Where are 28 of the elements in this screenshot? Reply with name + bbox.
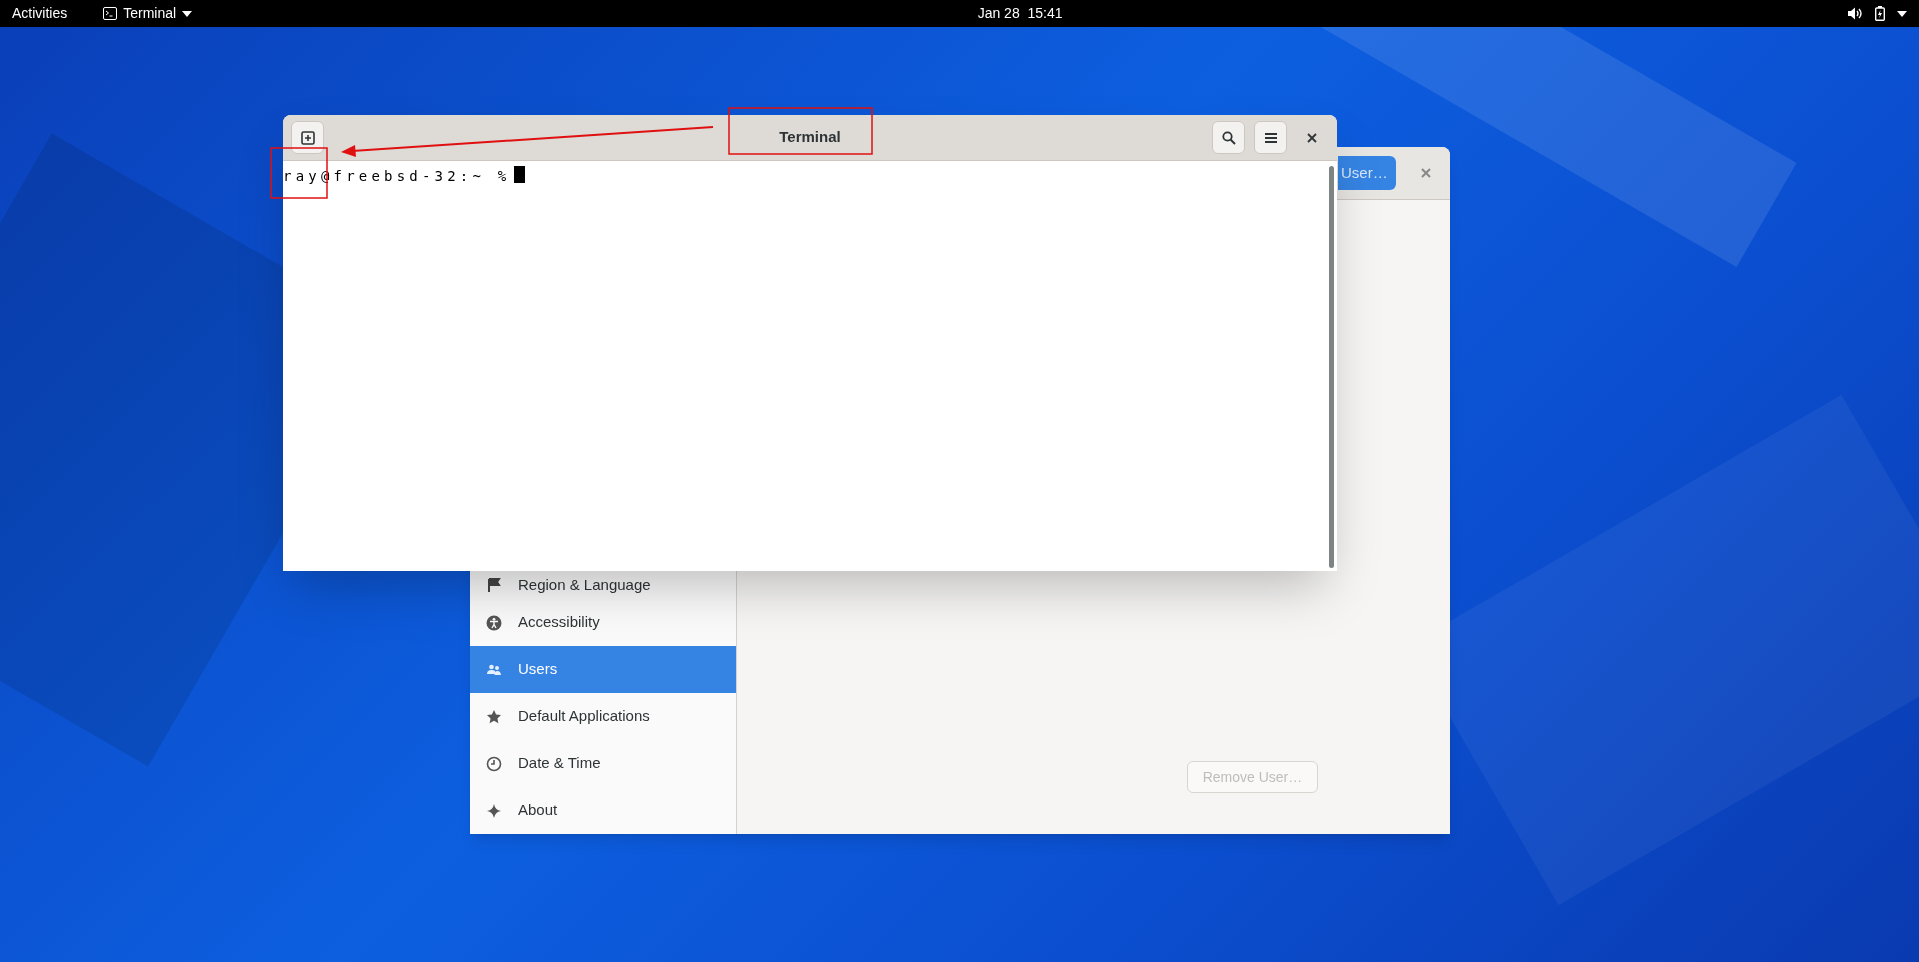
plus-square-icon (300, 130, 315, 145)
scrollbar[interactable] (1328, 166, 1334, 568)
text-cursor (514, 166, 526, 183)
clock-icon (486, 755, 502, 772)
caret-icon[interactable] (1897, 10, 1907, 17)
caret-icon (182, 10, 193, 17)
app-menu-label[interactable]: Terminal (123, 3, 177, 24)
accessibility-icon (486, 614, 502, 631)
sidebar-item[interactable]: Users (470, 646, 736, 693)
search-button[interactable] (1212, 121, 1245, 154)
sidebar-item[interactable]: Date & Time (470, 740, 736, 787)
star-icon (486, 708, 502, 725)
menu-button[interactable] (1254, 121, 1287, 154)
sidebar-item[interactable]: Default Applications (470, 693, 736, 740)
flag-icon (486, 577, 502, 593)
window-title: Terminal (779, 127, 841, 148)
activities-button[interactable]: Activities (12, 3, 68, 24)
clock[interactable]: Jan 28 15:41 (977, 3, 1063, 24)
battery-icon[interactable] (1875, 6, 1885, 21)
new-tab-button[interactable] (291, 121, 324, 154)
sidebar-item[interactable]: Accessibility (470, 599, 736, 646)
menu-icon (1264, 132, 1277, 143)
search-icon (1221, 130, 1236, 145)
close-icon[interactable] (1307, 132, 1317, 143)
terminal-icon (103, 7, 118, 20)
sidebar-item[interactable]: About (470, 787, 736, 834)
volume-icon[interactable] (1848, 7, 1863, 20)
sidebar-item[interactable]: Region & Language (470, 571, 736, 599)
